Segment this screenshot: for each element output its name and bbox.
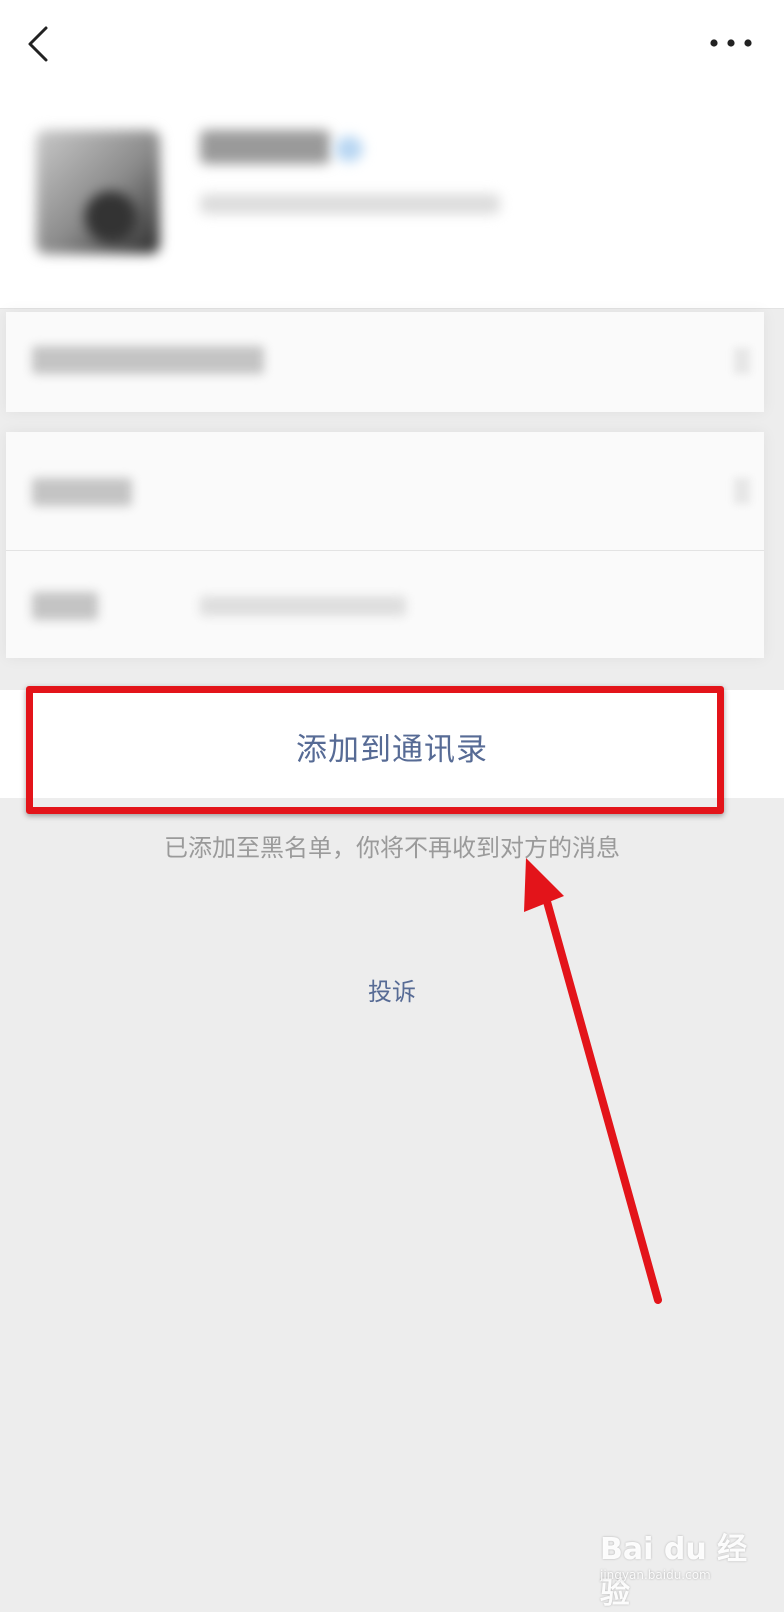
divider <box>6 550 764 551</box>
row-label-blurred <box>32 592 98 620</box>
blacklist-notice: 已添加至黑名单，你将不再收到对方的消息 <box>164 834 620 862</box>
row-label-blurred <box>32 478 132 506</box>
info-row-remark[interactable] <box>6 312 764 412</box>
chevron-left-icon[interactable] <box>18 22 62 66</box>
more-dots-icon[interactable] <box>706 28 756 58</box>
account-info-blurred <box>200 194 500 214</box>
row-label-blurred <box>32 346 264 374</box>
gender-badge-icon <box>335 136 363 162</box>
chevron-right-icon <box>734 348 750 374</box>
profile-header <box>0 100 784 308</box>
watermark-url: jingyan.baidu.com <box>600 1568 711 1582</box>
baidu-watermark: Bai du 经验 jingyan.baidu.com <box>600 1524 770 1611</box>
divider <box>0 308 784 309</box>
chevron-right-icon <box>734 478 750 504</box>
nickname-blurred <box>200 130 330 164</box>
row-value-blurred <box>200 596 406 616</box>
top-bar <box>0 0 784 100</box>
add-to-contacts-button[interactable]: 添加到通讯录 <box>0 690 784 798</box>
info-card <box>6 432 764 658</box>
complain-link[interactable]: 投诉 <box>0 972 784 1007</box>
avatar[interactable] <box>36 130 160 254</box>
add-to-contacts-label: 添加到通讯录 <box>296 732 488 768</box>
